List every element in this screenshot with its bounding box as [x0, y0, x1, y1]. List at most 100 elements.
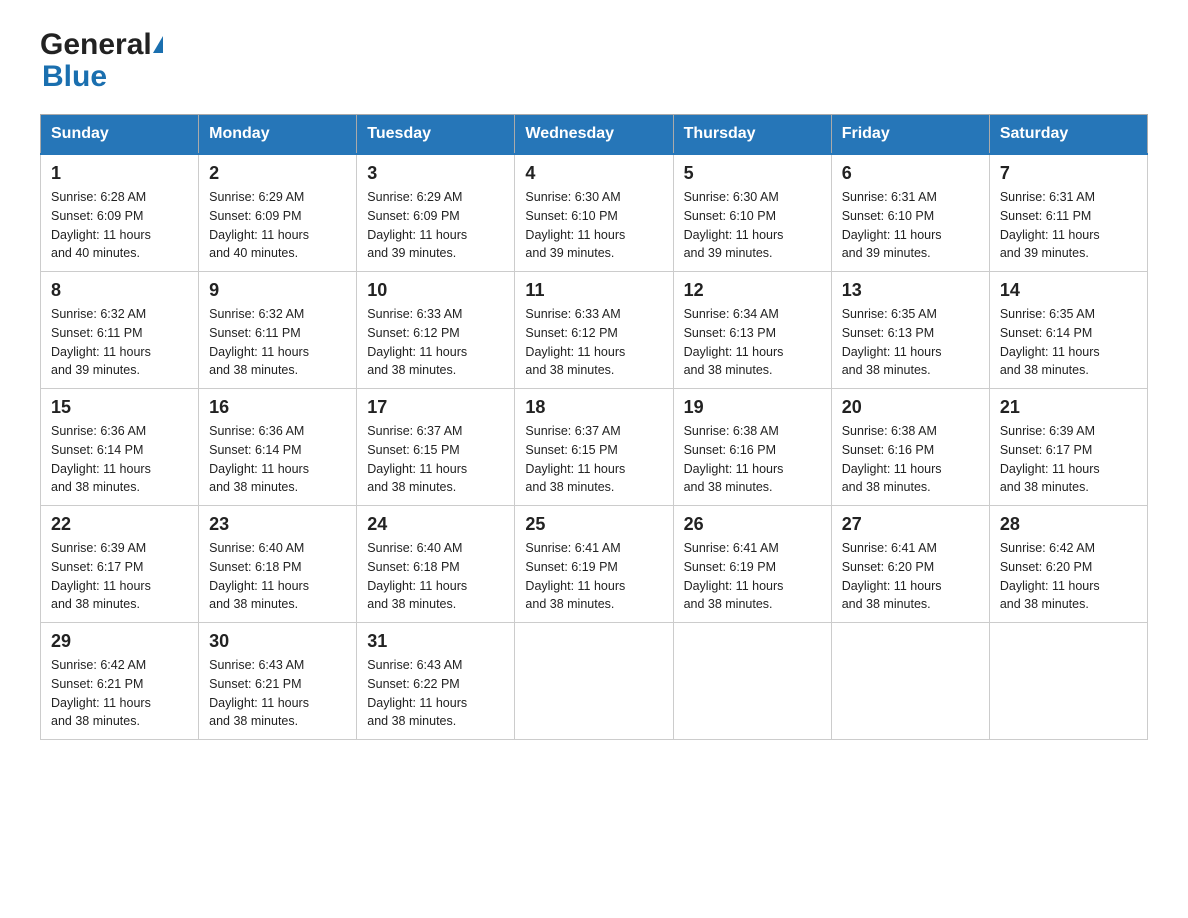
- calendar-day: 21Sunrise: 6:39 AMSunset: 6:17 PMDayligh…: [989, 389, 1147, 506]
- day-info: Sunrise: 6:38 AMSunset: 6:16 PMDaylight:…: [684, 422, 821, 497]
- day-info: Sunrise: 6:29 AMSunset: 6:09 PMDaylight:…: [367, 188, 504, 263]
- day-number: 25: [525, 514, 662, 535]
- day-info: Sunrise: 6:39 AMSunset: 6:17 PMDaylight:…: [51, 539, 188, 614]
- day-info: Sunrise: 6:30 AMSunset: 6:10 PMDaylight:…: [684, 188, 821, 263]
- header-cell-tuesday: Tuesday: [357, 115, 515, 155]
- calendar-day: 28Sunrise: 6:42 AMSunset: 6:20 PMDayligh…: [989, 506, 1147, 623]
- calendar-week-5: 29Sunrise: 6:42 AMSunset: 6:21 PMDayligh…: [41, 623, 1148, 740]
- calendar-day: 9Sunrise: 6:32 AMSunset: 6:11 PMDaylight…: [199, 272, 357, 389]
- logo-general: General: [40, 30, 163, 60]
- day-info: Sunrise: 6:33 AMSunset: 6:12 PMDaylight:…: [525, 305, 662, 380]
- day-number: 7: [1000, 163, 1137, 184]
- day-number: 1: [51, 163, 188, 184]
- header-cell-wednesday: Wednesday: [515, 115, 673, 155]
- calendar-day: 15 Sunrise: 6:36 AMSunset: 6:14 PMDayligh…: [41, 389, 199, 506]
- calendar-day: 12 Sunrise: 6:34 AMSunset: 6:13 PMDayligh…: [673, 272, 831, 389]
- day-info: Sunrise: 6:36 AMSunset: 6:14 PMDaylight:…: [51, 422, 188, 497]
- header-cell-friday: Friday: [831, 115, 989, 155]
- day-number: 20: [842, 397, 979, 418]
- calendar-day: 27 Sunrise: 6:41 AMSunset: 6:20 PMDayligh…: [831, 506, 989, 623]
- header-cell-monday: Monday: [199, 115, 357, 155]
- header-cell-sunday: Sunday: [41, 115, 199, 155]
- day-info: Sunrise: 6:40 AMSunset: 6:18 PMDaylight:…: [367, 539, 504, 614]
- calendar-day: [989, 623, 1147, 740]
- day-info: Sunrise: 6:42 AMSunset: 6:21 PMDaylight:…: [51, 656, 188, 731]
- calendar-day: 11Sunrise: 6:33 AMSunset: 6:12 PMDayligh…: [515, 272, 673, 389]
- day-info: Sunrise: 6:31 AMSunset: 6:10 PMDaylight:…: [842, 188, 979, 263]
- calendar-day: 18 Sunrise: 6:37 AMSunset: 6:15 PMDayligh…: [515, 389, 673, 506]
- calendar-day: 10 Sunrise: 6:33 AMSunset: 6:12 PMDayligh…: [357, 272, 515, 389]
- calendar-day: 22 Sunrise: 6:39 AMSunset: 6:17 PMDayligh…: [41, 506, 199, 623]
- day-number: 17: [367, 397, 504, 418]
- calendar-day: 3Sunrise: 6:29 AMSunset: 6:09 PMDaylight…: [357, 154, 515, 272]
- calendar-day: 31 Sunrise: 6:43 AMSunset: 6:22 PMDayligh…: [357, 623, 515, 740]
- day-number: 24: [367, 514, 504, 535]
- calendar-week-1: 1 Sunrise: 6:28 AMSunset: 6:09 PMDaylight…: [41, 154, 1148, 272]
- day-number: 10: [367, 280, 504, 301]
- day-info: Sunrise: 6:29 AMSunset: 6:09 PMDaylight:…: [209, 188, 346, 263]
- day-number: 31: [367, 631, 504, 652]
- day-info: Sunrise: 6:31 AMSunset: 6:11 PMDaylight:…: [1000, 188, 1137, 263]
- day-number: 15: [51, 397, 188, 418]
- day-info: Sunrise: 6:32 AMSunset: 6:11 PMDaylight:…: [51, 305, 188, 380]
- day-number: 23: [209, 514, 346, 535]
- day-info: Sunrise: 6:34 AMSunset: 6:13 PMDaylight:…: [684, 305, 821, 380]
- day-info: Sunrise: 6:43 AMSunset: 6:22 PMDaylight:…: [367, 656, 504, 731]
- day-number: 12: [684, 280, 821, 301]
- day-info: Sunrise: 6:28 AMSunset: 6:09 PMDaylight:…: [51, 188, 188, 263]
- day-info: Sunrise: 6:33 AMSunset: 6:12 PMDaylight:…: [367, 305, 504, 380]
- calendar-week-2: 8 Sunrise: 6:32 AMSunset: 6:11 PMDaylight…: [41, 272, 1148, 389]
- calendar-day: 14Sunrise: 6:35 AMSunset: 6:14 PMDayligh…: [989, 272, 1147, 389]
- day-info: Sunrise: 6:40 AMSunset: 6:18 PMDaylight:…: [209, 539, 346, 614]
- calendar-day: 6 Sunrise: 6:31 AMSunset: 6:10 PMDaylight…: [831, 154, 989, 272]
- calendar-day: [515, 623, 673, 740]
- calendar-day: 29Sunrise: 6:42 AMSunset: 6:21 PMDayligh…: [41, 623, 199, 740]
- day-number: 30: [209, 631, 346, 652]
- day-number: 8: [51, 280, 188, 301]
- calendar-day: [831, 623, 989, 740]
- day-info: Sunrise: 6:35 AMSunset: 6:13 PMDaylight:…: [842, 305, 979, 380]
- day-number: 19: [684, 397, 821, 418]
- day-number: 22: [51, 514, 188, 535]
- calendar-day: 4Sunrise: 6:30 AMSunset: 6:10 PMDaylight…: [515, 154, 673, 272]
- day-info: Sunrise: 6:35 AMSunset: 6:14 PMDaylight:…: [1000, 305, 1137, 380]
- day-number: 6: [842, 163, 979, 184]
- day-number: 5: [684, 163, 821, 184]
- day-info: Sunrise: 6:37 AMSunset: 6:15 PMDaylight:…: [525, 422, 662, 497]
- day-info: Sunrise: 6:36 AMSunset: 6:14 PMDaylight:…: [209, 422, 346, 497]
- day-info: Sunrise: 6:43 AMSunset: 6:21 PMDaylight:…: [209, 656, 346, 731]
- day-number: 16: [209, 397, 346, 418]
- day-number: 13: [842, 280, 979, 301]
- calendar-day: 13 Sunrise: 6:35 AMSunset: 6:13 PMDayligh…: [831, 272, 989, 389]
- day-info: Sunrise: 6:37 AMSunset: 6:15 PMDaylight:…: [367, 422, 504, 497]
- logo-general-text: General: [40, 30, 152, 60]
- logo-blue-text: Blue: [42, 60, 163, 94]
- calendar-week-4: 22 Sunrise: 6:39 AMSunset: 6:17 PMDayligh…: [41, 506, 1148, 623]
- calendar-day: 25Sunrise: 6:41 AMSunset: 6:19 PMDayligh…: [515, 506, 673, 623]
- header-cell-saturday: Saturday: [989, 115, 1147, 155]
- calendar-header: SundayMondayTuesdayWednesdayThursdayFrid…: [41, 115, 1148, 155]
- calendar-day: 19 Sunrise: 6:38 AMSunset: 6:16 PMDayligh…: [673, 389, 831, 506]
- day-number: 9: [209, 280, 346, 301]
- day-info: Sunrise: 6:41 AMSunset: 6:19 PMDaylight:…: [684, 539, 821, 614]
- calendar-day: [673, 623, 831, 740]
- header-row: SundayMondayTuesdayWednesdayThursdayFrid…: [41, 115, 1148, 155]
- day-info: Sunrise: 6:42 AMSunset: 6:20 PMDaylight:…: [1000, 539, 1137, 614]
- calendar-day: 26Sunrise: 6:41 AMSunset: 6:19 PMDayligh…: [673, 506, 831, 623]
- day-number: 4: [525, 163, 662, 184]
- header-cell-thursday: Thursday: [673, 115, 831, 155]
- day-info: Sunrise: 6:39 AMSunset: 6:17 PMDaylight:…: [1000, 422, 1137, 497]
- calendar-day: 20 Sunrise: 6:38 AMSunset: 6:16 PMDayligh…: [831, 389, 989, 506]
- calendar-day: 8 Sunrise: 6:32 AMSunset: 6:11 PMDaylight…: [41, 272, 199, 389]
- logo: General Blue: [40, 30, 163, 94]
- calendar-day: 2 Sunrise: 6:29 AMSunset: 6:09 PMDaylight…: [199, 154, 357, 272]
- day-number: 18: [525, 397, 662, 418]
- calendar-day: 7 Sunrise: 6:31 AMSunset: 6:11 PMDaylight…: [989, 154, 1147, 272]
- calendar-week-3: 15 Sunrise: 6:36 AMSunset: 6:14 PMDayligh…: [41, 389, 1148, 506]
- day-number: 27: [842, 514, 979, 535]
- calendar-day: 1 Sunrise: 6:28 AMSunset: 6:09 PMDaylight…: [41, 154, 199, 272]
- calendar-day: 30 Sunrise: 6:43 AMSunset: 6:21 PMDayligh…: [199, 623, 357, 740]
- day-info: Sunrise: 6:41 AMSunset: 6:20 PMDaylight:…: [842, 539, 979, 614]
- day-number: 2: [209, 163, 346, 184]
- day-info: Sunrise: 6:38 AMSunset: 6:16 PMDaylight:…: [842, 422, 979, 497]
